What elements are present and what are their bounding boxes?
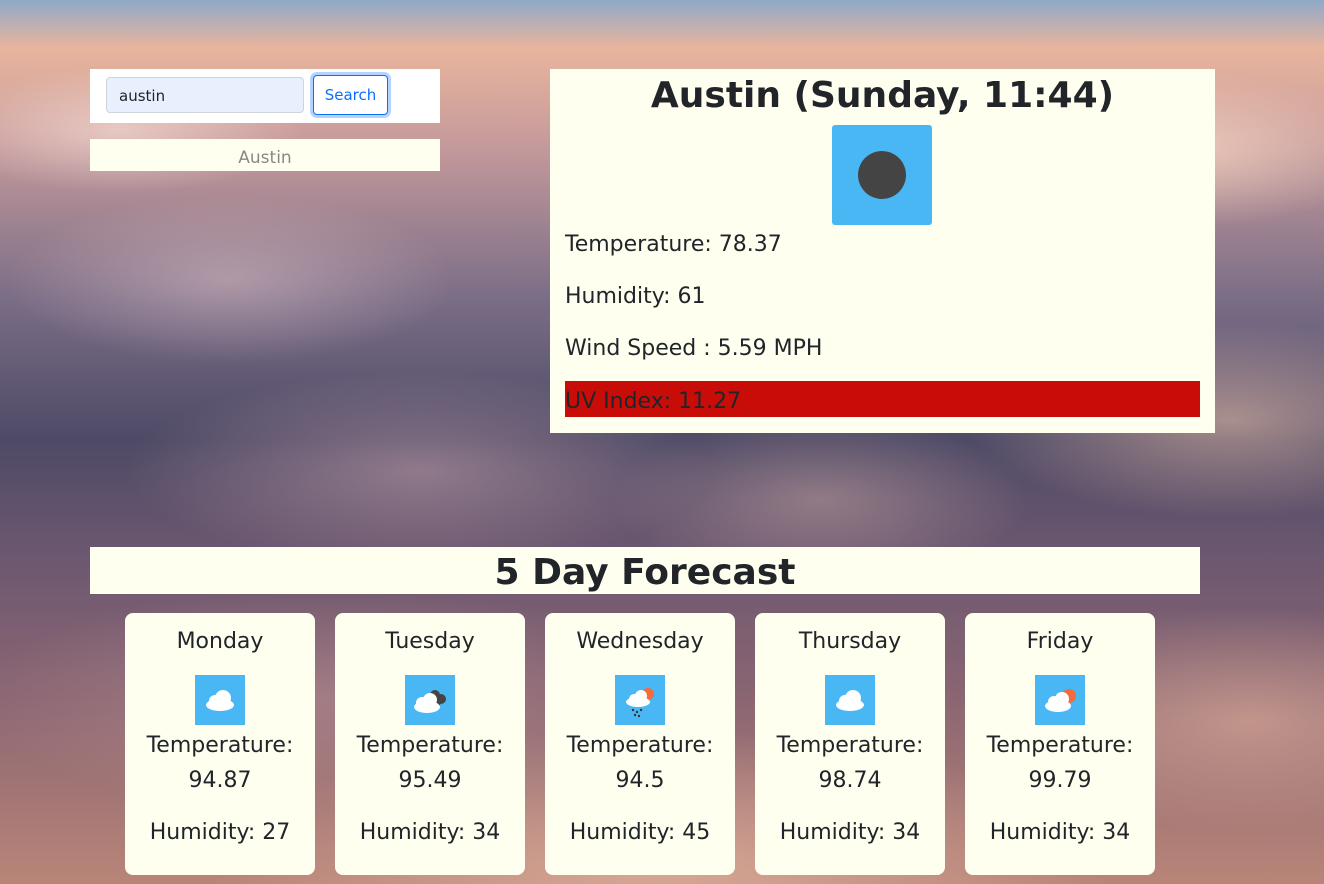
- city-search-input[interactable]: austin: [106, 77, 304, 113]
- forecast-temperature-value: 99.79: [1028, 768, 1092, 793]
- search-panel: austin Search: [90, 69, 440, 123]
- current-weather-card: Austin (Sunday, 11:44) Temperature: 78.3…: [550, 69, 1215, 433]
- forecast-card-tuesday: Tuesday Temperature: 95.49 Humidity: 34: [335, 613, 525, 875]
- forecast-day-label: Friday: [1026, 629, 1094, 654]
- forecast-temperature-value: 94.5: [615, 768, 665, 793]
- current-weather-icon: [832, 125, 932, 225]
- forecast-card-friday: Friday Temperature: 99.79 Humidity: 34: [965, 613, 1155, 875]
- current-city-title: Austin (Sunday, 11:44): [650, 75, 1115, 116]
- forecast-temperature-label: Temperature:: [776, 733, 924, 758]
- forecast-card-wednesday: Wednesday Temperature: 94.5 Humidity: 45: [545, 613, 735, 875]
- forecast-humidity: Humidity: 27: [149, 820, 291, 845]
- dark-clouds-icon: [405, 675, 455, 725]
- cloud-icon: [825, 675, 875, 725]
- search-history-item-austin[interactable]: Austin: [90, 139, 440, 171]
- forecast-card-monday: Monday Temperature: 94.87 Humidity: 27: [125, 613, 315, 875]
- forecast-header: 5 Day Forecast: [90, 547, 1200, 594]
- forecast-day-label: Monday: [176, 629, 264, 654]
- current-temperature: Temperature: 78.37: [565, 232, 782, 257]
- uv-index-badge: UV Index: 11.27: [565, 381, 1200, 417]
- forecast-humidity: Humidity: 34: [779, 820, 921, 845]
- sun-cloud-icon: [1035, 675, 1085, 725]
- forecast-temperature-label: Temperature:: [356, 733, 504, 758]
- forecast-humidity: Humidity: 34: [359, 820, 501, 845]
- forecast-temperature-label: Temperature:: [986, 733, 1134, 758]
- forecast-temperature-label: Temperature:: [146, 733, 294, 758]
- forecast-humidity: Humidity: 34: [989, 820, 1131, 845]
- forecast-temperature-label: Temperature:: [566, 733, 714, 758]
- search-button[interactable]: Search: [313, 75, 388, 115]
- current-wind-speed: Wind Speed : 5.59 MPH: [565, 336, 823, 361]
- dark-circle-icon: [858, 151, 906, 199]
- cloud-icon: [195, 675, 245, 725]
- forecast-card-thursday: Thursday Temperature: 98.74 Humidity: 34: [755, 613, 945, 875]
- forecast-temperature-value: 94.87: [188, 768, 252, 793]
- current-humidity: Humidity: 61: [565, 284, 706, 309]
- forecast-temperature-value: 98.74: [818, 768, 882, 793]
- forecast-humidity: Humidity: 45: [569, 820, 711, 845]
- forecast-temperature-value: 95.49: [398, 768, 462, 793]
- forecast-day-label: Tuesday: [385, 629, 475, 654]
- sun-rain-cloud-icon: [615, 675, 665, 725]
- forecast-day-label: Thursday: [798, 629, 902, 654]
- forecast-day-label: Wednesday: [576, 629, 704, 654]
